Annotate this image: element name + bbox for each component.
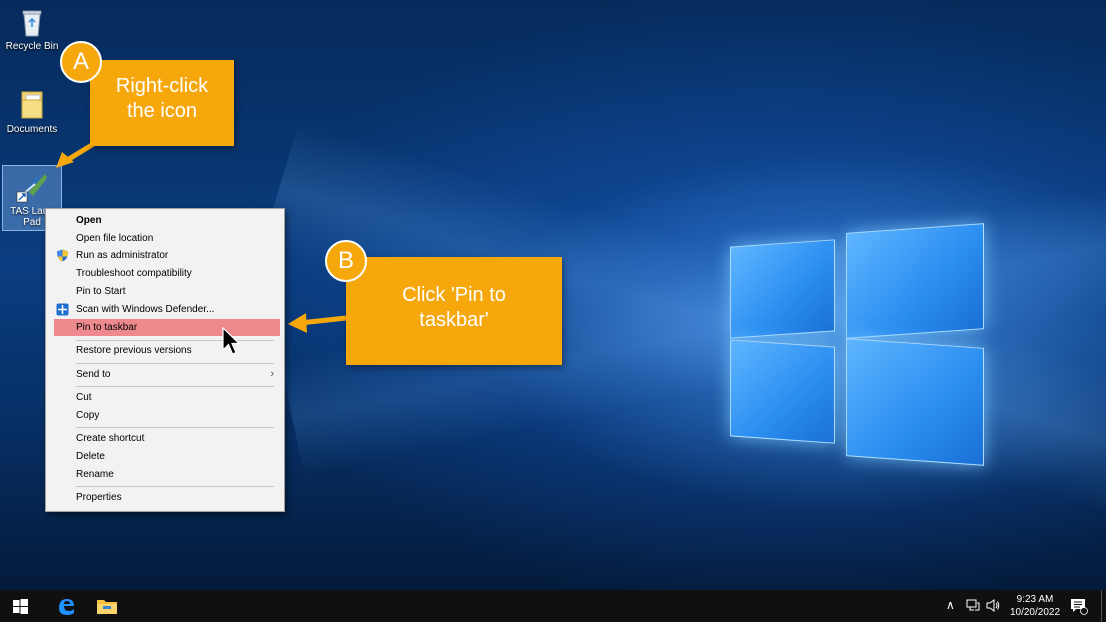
system-clock[interactable]: 9:23 AM 10/20/2022 (1004, 593, 1066, 619)
callout-arrowhead-b (288, 313, 307, 333)
callout-a: Right-click the icon (90, 60, 234, 146)
show-desktop-button[interactable] (1101, 590, 1106, 622)
callout-arrow-b (299, 315, 347, 326)
desktop-background: Recycle Bin Documents TAS Laun Pad Open … (0, 0, 1106, 590)
callout-text: taskbar' (419, 309, 489, 331)
callout-b: Click 'Pin to taskbar' (346, 257, 562, 365)
taskbar: ∧ 9:23 AM 10/20/2022 (0, 590, 1106, 622)
edge-icon (59, 599, 74, 615)
taskbar-file-explorer-button[interactable] (86, 590, 126, 622)
volume-icon[interactable] (986, 599, 1000, 612)
file-explorer-icon (97, 600, 117, 614)
step-badge-a: A (60, 41, 102, 83)
windows-start-icon (13, 599, 28, 614)
callout-text: Right-click (115, 75, 209, 97)
clock-date: 10/20/2022 (1009, 607, 1061, 618)
show-hidden-icons-chevron-icon[interactable]: ∧ (946, 598, 955, 612)
start-button[interactable] (0, 590, 40, 622)
step-badge-b: B (325, 240, 367, 282)
callout-arrowhead-a (56, 152, 74, 168)
notifications-icon[interactable] (1070, 598, 1088, 615)
callout-text: the icon (126, 100, 198, 122)
taskbar-edge-button[interactable] (44, 590, 84, 622)
clock-time: 9:23 AM (1016, 594, 1054, 605)
callout-text: Click 'Pin to (402, 284, 506, 306)
network-icon[interactable] (966, 599, 980, 612)
